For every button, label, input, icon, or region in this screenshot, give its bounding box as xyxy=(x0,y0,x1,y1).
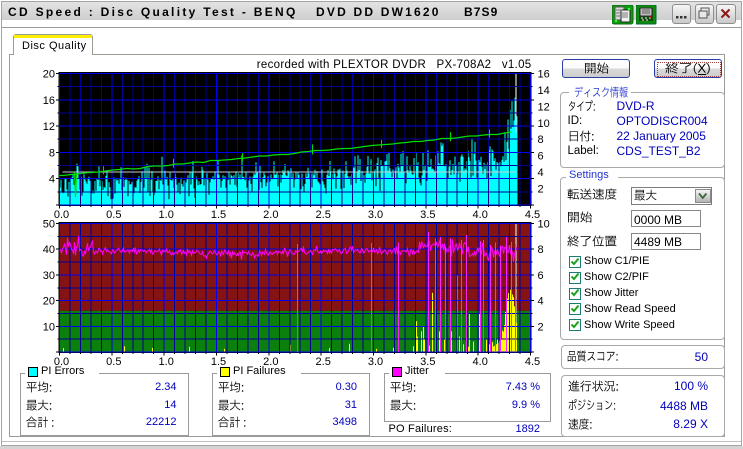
svg-text:10: 10 xyxy=(43,321,55,333)
svg-text:14: 14 xyxy=(538,85,550,97)
svg-text:2.5: 2.5 xyxy=(316,209,331,221)
svg-text:0.5: 0.5 xyxy=(106,356,121,368)
svg-text:6: 6 xyxy=(538,151,544,163)
svg-text:4.0: 4.0 xyxy=(473,209,488,221)
svg-text:30: 30 xyxy=(43,270,55,282)
svg-text:1.0: 1.0 xyxy=(159,209,174,221)
svg-text:4: 4 xyxy=(538,167,544,179)
svg-text:0.5: 0.5 xyxy=(106,209,121,221)
svg-text:4.5: 4.5 xyxy=(525,356,540,368)
svg-text:2: 2 xyxy=(538,184,544,196)
svg-text:8: 8 xyxy=(538,244,544,256)
svg-text:20: 20 xyxy=(43,296,55,308)
svg-text:4: 4 xyxy=(538,296,544,308)
svg-text:4.0: 4.0 xyxy=(473,356,488,368)
svg-text:50: 50 xyxy=(43,219,55,231)
svg-text:16: 16 xyxy=(43,95,55,107)
svg-text:2.5: 2.5 xyxy=(316,356,331,368)
svg-text:40: 40 xyxy=(43,244,55,256)
svg-text:1.0: 1.0 xyxy=(159,356,174,368)
svg-text:16: 16 xyxy=(538,69,550,81)
svg-text:12: 12 xyxy=(43,121,55,133)
svg-text:0.0: 0.0 xyxy=(54,209,69,221)
svg-text:3.0: 3.0 xyxy=(368,209,383,221)
svg-text:2.0: 2.0 xyxy=(263,209,278,221)
svg-text:4: 4 xyxy=(49,174,55,186)
svg-text:8: 8 xyxy=(49,147,55,159)
svg-text:10: 10 xyxy=(538,118,550,130)
svg-text:2: 2 xyxy=(538,321,544,333)
svg-text:6: 6 xyxy=(538,270,544,282)
svg-text:recorded with PLEXTOR DVDR P: recorded with PLEXTOR DVDR PX-708A2 v1.0… xyxy=(257,59,532,71)
svg-text:8: 8 xyxy=(538,134,544,146)
svg-text:10: 10 xyxy=(538,219,550,231)
svg-text:12: 12 xyxy=(538,101,550,113)
svg-text:3.5: 3.5 xyxy=(420,209,435,221)
svg-text:20: 20 xyxy=(43,69,55,81)
svg-text:3.0: 3.0 xyxy=(368,356,383,368)
svg-text:1.5: 1.5 xyxy=(211,209,226,221)
